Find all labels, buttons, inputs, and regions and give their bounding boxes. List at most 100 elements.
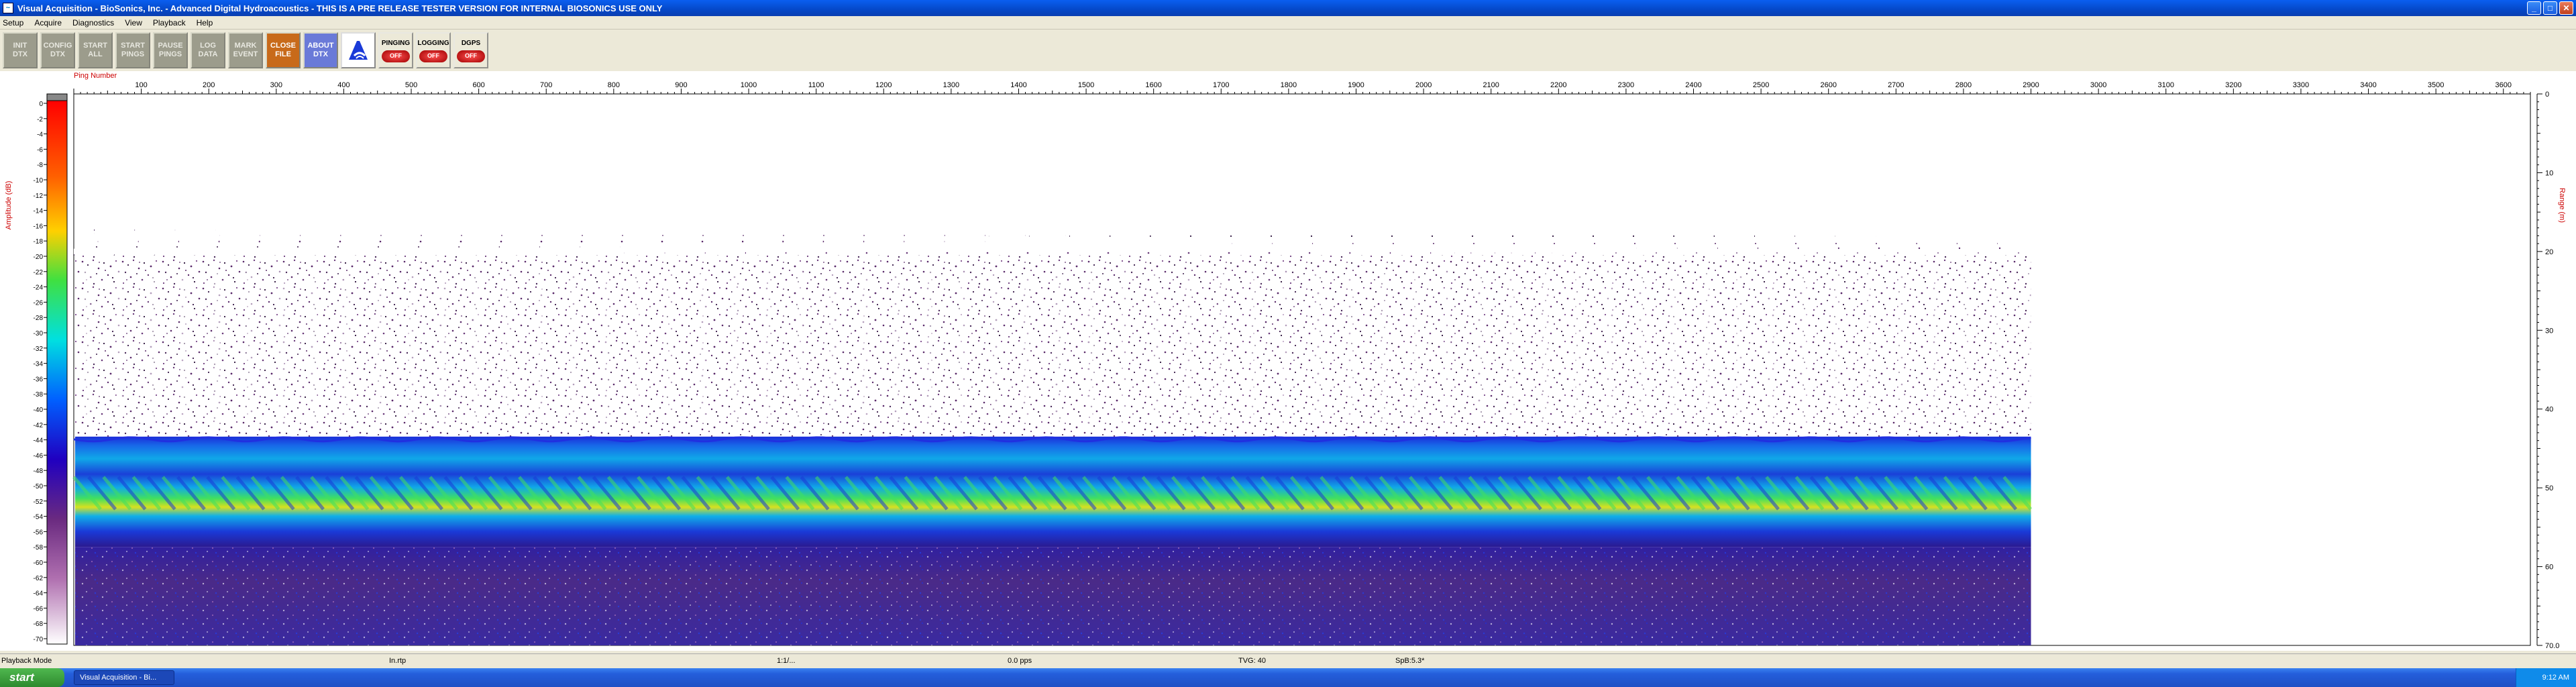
noise-spike: [1470, 228, 1475, 256]
x-tick-label: 2700: [1888, 81, 1904, 89]
about-dtx-button[interactable]: ABOUT DTX: [303, 32, 338, 68]
menu-playback[interactable]: Playback: [153, 18, 186, 28]
noise-spike: [1794, 228, 1799, 256]
noise-spike: [154, 248, 159, 256]
noise-spike: [641, 248, 645, 256]
close-file-button[interactable]: CLOSE FILE: [266, 32, 301, 68]
noise-spike: [762, 248, 767, 256]
x-tick-label: 300: [270, 81, 282, 89]
noise-spike: [620, 228, 625, 256]
x-tick-label: 1400: [1010, 81, 1026, 89]
dgps-state: OFF: [457, 50, 485, 62]
noise-spike: [741, 228, 746, 256]
x-tick-label: 500: [405, 81, 417, 89]
noise-gap: [84, 271, 91, 423]
noise-gap: [1250, 271, 1257, 423]
x-tick-label: 3500: [2428, 81, 2444, 89]
logging-toggle[interactable]: LOGGING OFF: [416, 32, 451, 68]
noise-gap: [1023, 271, 1030, 423]
noise-spike: [944, 228, 949, 256]
scale-tick-label: -70: [34, 636, 44, 643]
scale-tick-label: -48: [34, 468, 44, 475]
maximize-button[interactable]: □: [2543, 1, 2557, 15]
menu-setup[interactable]: Setup: [3, 18, 23, 28]
noise-spike: [661, 228, 665, 256]
taskbar-item[interactable]: Visual Acquisition - Bi...: [74, 670, 174, 685]
scale-tick-label: -36: [34, 376, 44, 383]
x-axis-label: Ping Number: [74, 72, 117, 80]
dgps-toggle[interactable]: DGPS OFF: [453, 32, 488, 68]
noise-gap: [1379, 271, 1387, 423]
window-title: Visual Acquisition - BioSonics, Inc. - A…: [17, 3, 663, 13]
noise-spike: [904, 228, 908, 256]
pinging-toggle[interactable]: PINGING OFF: [378, 32, 413, 68]
scale-tick-label: -8: [37, 162, 43, 169]
minimize-button[interactable]: _: [2527, 1, 2541, 15]
noise-gap: [958, 271, 965, 423]
noise-gap: [1509, 271, 1516, 423]
start-pings-button[interactable]: START PINGS: [115, 32, 150, 68]
close-button[interactable]: ✕: [2559, 1, 2573, 15]
noise-gap: [1120, 271, 1128, 423]
noise-gap: [1703, 271, 1711, 423]
noise-gap: [1962, 271, 1970, 423]
x-tick-label: 2100: [1483, 81, 1499, 89]
clock: 9:12 AM: [2542, 674, 2569, 682]
noise-gap: [894, 271, 901, 423]
scale-tick-label: -52: [34, 498, 44, 506]
menu-diagnostics[interactable]: Diagnostics: [72, 18, 114, 28]
noise-gap: [440, 271, 447, 423]
noise-gap: [570, 271, 577, 423]
init-dtx-button[interactable]: INIT DTX: [3, 32, 38, 68]
pause-pings-button[interactable]: PAUSE PINGS: [153, 32, 188, 68]
noise-spike: [1349, 228, 1354, 256]
title-bar: ~ Visual Acquisition - BioSonics, Inc. -…: [0, 0, 2576, 16]
noise-spike: [1835, 228, 1839, 256]
noise-spike: [94, 228, 99, 256]
x-tick-label: 1600: [1145, 81, 1161, 89]
scale-tick-label: -40: [34, 407, 44, 414]
x-tick-label: 3400: [2360, 81, 2376, 89]
noise-spike: [74, 248, 78, 256]
start-label: start: [9, 671, 34, 684]
config-dtx-button[interactable]: CONFIG DTX: [40, 32, 75, 68]
noise-spike: [1409, 248, 1414, 256]
noise-gap: [1315, 271, 1322, 423]
x-tick-label: 1800: [1281, 81, 1297, 89]
noise-gap: [2027, 271, 2035, 423]
noise-spike: [256, 228, 260, 256]
noise-spike: [1450, 248, 1455, 256]
status-bar: Playback Mode In.rtp 1:1/... 0.0 pps TVG…: [0, 653, 2576, 668]
noise-spike: [1653, 248, 1658, 256]
noise-spike: [2017, 248, 2022, 256]
noise-gap: [375, 271, 382, 423]
noise-spike: [1065, 228, 1070, 256]
start-all-button[interactable]: START ALL: [78, 32, 113, 68]
app-icon: ~: [3, 3, 13, 13]
noise-spike: [1228, 228, 1232, 256]
noise-gap: [1411, 271, 1419, 423]
noise-spike: [478, 248, 483, 256]
x-tick-label: 1000: [741, 81, 757, 89]
scale-tick-label: -50: [34, 483, 44, 490]
status-spb: SpB:5.3*: [1395, 657, 1425, 665]
echogram[interactable]: Ping Number100 200 300 400 500 600 700 800 900 10…: [0, 71, 2576, 651]
x-tick-label: 3200: [2225, 81, 2241, 89]
menu-view[interactable]: View: [125, 18, 142, 28]
noise-gap: [1185, 271, 1192, 423]
noise-gap: [1768, 271, 1776, 423]
noise-spike: [1997, 228, 2002, 256]
log-data-button[interactable]: LOG DATA: [191, 32, 225, 68]
noise-spike: [1146, 228, 1151, 256]
start-button[interactable]: start: [0, 668, 64, 687]
x-tick-label: 400: [337, 81, 350, 89]
noise-gap: [991, 271, 998, 423]
status-mode: Playback Mode: [1, 657, 52, 665]
noise-spike: [1086, 248, 1091, 256]
noise-spike: [235, 248, 240, 256]
menu-acquire[interactable]: Acquire: [34, 18, 62, 28]
noise-gap: [1930, 271, 1937, 423]
mark-event-button[interactable]: MARK EVENT: [228, 32, 263, 68]
menu-help[interactable]: Help: [197, 18, 213, 28]
noise-spike: [1733, 248, 1738, 256]
